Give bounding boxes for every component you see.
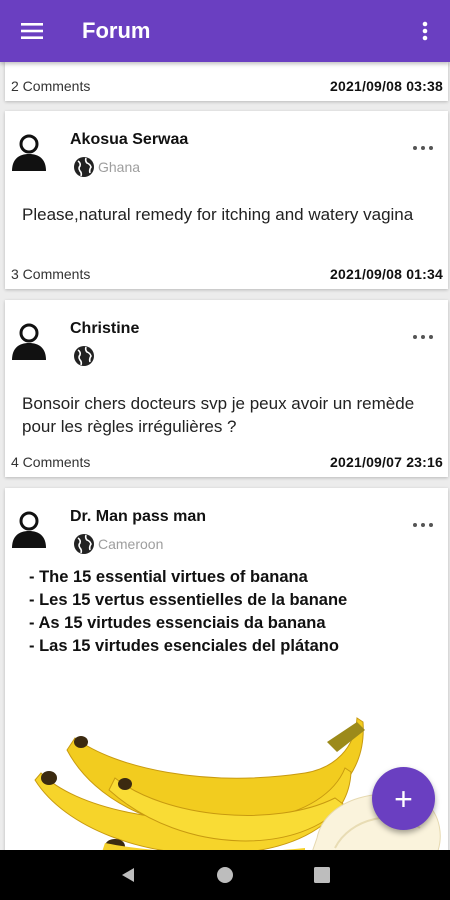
- user-avatar-icon: [12, 323, 46, 360]
- post-card[interactable]: 2 Comments 2021/09/08 03:38: [5, 62, 448, 101]
- comments-count[interactable]: 4 Comments: [11, 454, 90, 470]
- system-nav-bar: [0, 850, 450, 900]
- globe-icon: [74, 346, 94, 366]
- add-post-button[interactable]: +: [372, 767, 435, 830]
- post-card[interactable]: Christine Bonsoir chers docteurs svp je …: [5, 300, 448, 477]
- post-location: [72, 344, 98, 368]
- more-vert-icon[interactable]: [400, 0, 450, 62]
- post-footer: 4 Comments 2021/09/07 23:16: [5, 450, 448, 474]
- post-text[interactable]: Bonsoir chers docteurs svp je peux avoir…: [22, 392, 428, 438]
- post-date: 2021/09/07 23:16: [330, 454, 443, 470]
- post-footer: 2 Comments 2021/09/08 03:38: [5, 74, 448, 98]
- post-line: - The 15 essential virtues of banana: [29, 568, 308, 586]
- post-author[interactable]: Christine: [70, 320, 139, 338]
- globe-icon: [74, 157, 94, 177]
- comments-count[interactable]: 2 Comments: [11, 78, 90, 94]
- post-date: 2021/09/08 03:38: [330, 78, 443, 94]
- banana-image[interactable]: [5, 678, 448, 850]
- home-icon[interactable]: [216, 866, 234, 884]
- location-label: Ghana: [98, 159, 141, 175]
- forum-feed[interactable]: 2 Comments 2021/09/08 03:38 Akosua Serwa…: [0, 62, 450, 850]
- more-horiz-icon[interactable]: [412, 332, 434, 342]
- post-location: Ghana: [72, 155, 140, 179]
- post-author[interactable]: Akosua Serwaa: [70, 131, 188, 149]
- app-bar: Forum: [0, 0, 450, 62]
- add-icon: +: [394, 780, 413, 817]
- back-icon[interactable]: [119, 866, 137, 884]
- post-line: - Les 15 vertus essentielles de la banan…: [29, 591, 348, 609]
- page-title: Forum: [82, 18, 151, 43]
- more-horiz-icon[interactable]: [412, 143, 434, 153]
- user-avatar-icon: [12, 134, 46, 171]
- more-horiz-icon[interactable]: [412, 520, 434, 530]
- post-line: - As 15 virtudes essenciais da banana: [29, 614, 326, 632]
- post-author[interactable]: Dr. Man pass man: [70, 508, 206, 526]
- globe-icon: [74, 534, 94, 554]
- post-location: Cameroon: [72, 532, 163, 556]
- post-footer: 3 Comments 2021/09/08 01:34: [5, 262, 448, 286]
- post-date: 2021/09/08 01:34: [330, 266, 443, 282]
- location-label: Cameroon: [98, 536, 164, 552]
- user-avatar-icon: [12, 511, 46, 548]
- post-text[interactable]: - The 15 essential virtues of banana - L…: [29, 566, 347, 658]
- hamburger-menu-icon[interactable]: [0, 0, 64, 62]
- post-text[interactable]: Please,natural remedy for itching and wa…: [22, 203, 428, 226]
- post-line: - Las 15 virtudes esenciales del plátano: [29, 637, 339, 655]
- post-card[interactable]: Akosua Serwaa Ghana Please,natural remed…: [5, 111, 448, 289]
- recents-icon[interactable]: [313, 866, 331, 884]
- comments-count[interactable]: 3 Comments: [11, 266, 90, 282]
